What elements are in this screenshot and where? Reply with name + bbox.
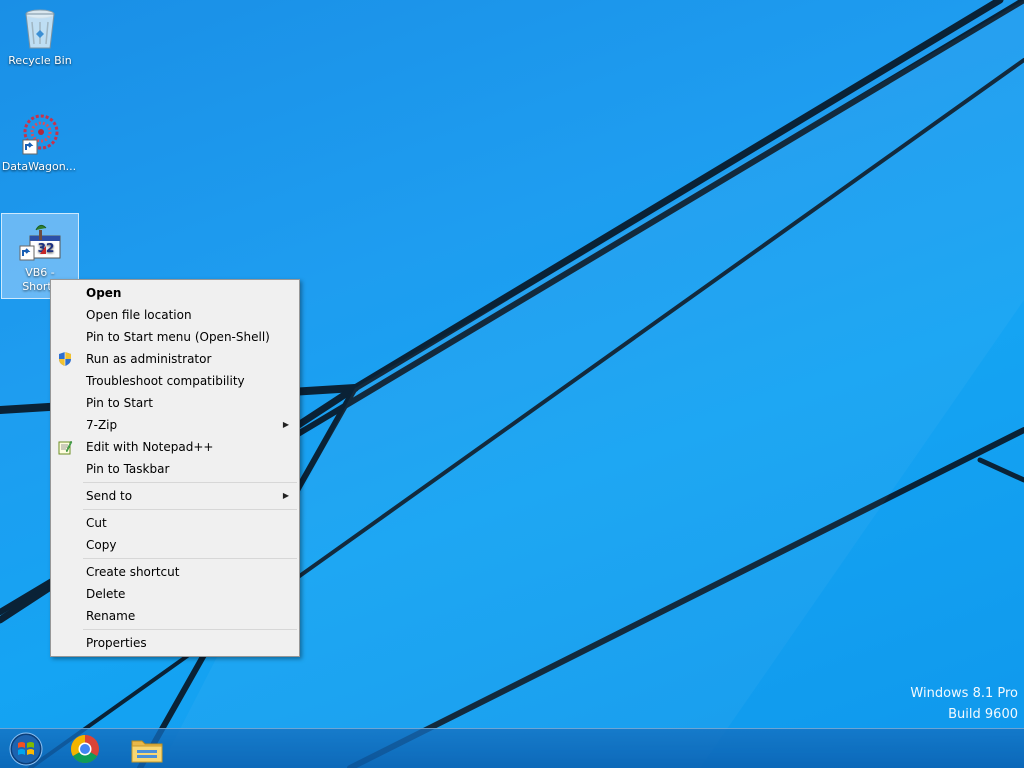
vb6-image: 32	[19, 224, 61, 261]
menu-item-troubleshoot-compatibility[interactable]: Troubleshoot compatibility	[53, 370, 297, 392]
taskbar	[0, 728, 1024, 768]
menu-item-properties[interactable]: Properties	[53, 632, 297, 654]
menu-item-7-zip-label: 7-Zip	[86, 418, 118, 432]
datawagon-image	[22, 114, 59, 155]
menu-item-open-label: Open	[86, 286, 122, 300]
recycle-bin-image	[25, 9, 55, 49]
menu-item-pin-to-taskbar[interactable]: Pin to Taskbar	[53, 458, 297, 480]
menu-item-send-to[interactable]: Send to ▶	[53, 485, 297, 507]
menu-item-edit-with-notepad-plus-plus-label: Edit with Notepad++	[86, 440, 214, 454]
datawagon-label: DataWagon...	[1, 160, 77, 173]
menu-item-run-as-administrator-label: Run as administrator	[86, 352, 212, 366]
menu-item-copy-label: Copy	[86, 538, 117, 552]
context-menu: Open Open file location Pin to Start men…	[50, 279, 300, 657]
menu-item-create-shortcut[interactable]: Create shortcut	[53, 561, 297, 583]
menu-item-send-to-label: Send to	[86, 489, 133, 503]
recycle-bin-label: Recycle Bin	[8, 54, 72, 67]
menu-item-edit-with-notepad-plus-plus[interactable]: Edit with Notepad++	[53, 436, 297, 458]
menu-item-properties-label: Properties	[86, 636, 147, 650]
submenu-arrow-icon: ▶	[282, 420, 289, 429]
menu-item-run-as-administrator[interactable]: Run as administrator	[53, 348, 297, 370]
menu-item-pin-to-taskbar-label: Pin to Taskbar	[86, 462, 170, 476]
menu-item-cut[interactable]: Cut	[53, 512, 297, 534]
recycle-bin-icon[interactable]: Recycle Bin	[2, 4, 78, 68]
menu-separator	[83, 482, 297, 483]
desktop[interactable]: Recycle Bin DataWagon... 32 VB6 - Shortc	[0, 0, 1024, 768]
file-explorer-icon[interactable]	[127, 731, 167, 767]
menu-item-pin-to-start[interactable]: Pin to Start	[53, 392, 297, 414]
uac-shield-icon	[59, 352, 71, 366]
menu-item-delete[interactable]: Delete	[53, 583, 297, 605]
menu-separator	[83, 509, 297, 510]
menu-item-pin-to-start-menu-label: Pin to Start menu (Open-Shell)	[86, 330, 270, 344]
menu-item-cut-label: Cut	[86, 516, 107, 530]
start-orb-icon[interactable]	[6, 731, 46, 767]
windows-version-watermark: Windows 8.1 Pro Build 9600	[910, 686, 1018, 722]
menu-item-open-file-location[interactable]: Open file location	[53, 304, 297, 326]
notepad-plus-plus-icon	[58, 440, 73, 455]
menu-item-pin-to-start-label: Pin to Start	[86, 396, 153, 410]
menu-item-troubleshoot-compatibility-label: Troubleshoot compatibility	[86, 374, 245, 388]
menu-item-rename[interactable]: Rename	[53, 605, 297, 627]
menu-item-open[interactable]: Open	[53, 282, 297, 304]
chrome-icon[interactable]	[65, 731, 105, 767]
menu-item-rename-label: Rename	[86, 609, 136, 623]
menu-item-copy[interactable]: Copy	[53, 534, 297, 556]
submenu-arrow-icon: ▶	[282, 491, 289, 500]
menu-separator	[83, 558, 297, 559]
menu-item-create-shortcut-label: Create shortcut	[86, 565, 180, 579]
watermark-build: Build 9600	[948, 707, 1018, 722]
datawagon-shortcut-icon[interactable]: DataWagon...	[1, 110, 77, 174]
menu-separator	[83, 629, 297, 630]
vb6-label-line1: VB6 -	[25, 266, 55, 279]
menu-item-7-zip[interactable]: 7-Zip ▶	[53, 414, 297, 436]
watermark-edition: Windows 8.1 Pro	[910, 686, 1018, 701]
menu-item-pin-to-start-menu-open-shell[interactable]: Pin to Start menu (Open-Shell)	[53, 326, 297, 348]
menu-item-open-file-location-label: Open file location	[86, 308, 192, 322]
menu-item-delete-label: Delete	[86, 587, 126, 601]
